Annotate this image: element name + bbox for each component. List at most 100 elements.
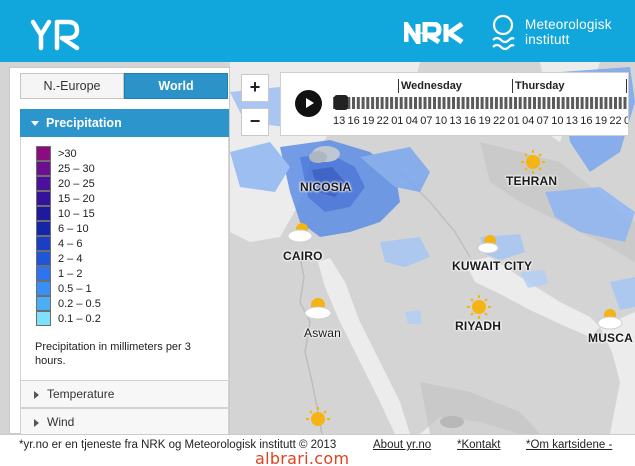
- met-institute-name[interactable]: Meteorologisk institutt: [525, 17, 612, 47]
- wind-section[interactable]: Wind: [20, 408, 229, 436]
- slider-step: [428, 97, 432, 109]
- city-label-riyadh[interactable]: RIYADH: [455, 319, 501, 333]
- day-divider: [626, 79, 627, 93]
- slider-step: [614, 97, 617, 109]
- legend-swatch: [36, 281, 51, 296]
- time-slider-handle[interactable]: [334, 95, 348, 110]
- about-link[interactable]: About yr.no: [373, 439, 431, 451]
- day-divider: [398, 79, 399, 93]
- legend-swatch: [36, 161, 51, 176]
- slider-step: [385, 97, 389, 109]
- legend-row: 6 – 10: [36, 221, 228, 236]
- slider-step: [504, 97, 508, 109]
- slider-step: [399, 97, 403, 109]
- yr-logo[interactable]: [30, 18, 82, 52]
- play-button[interactable]: [295, 90, 322, 117]
- legend-label: >30: [58, 147, 77, 160]
- legend-swatch: [36, 236, 51, 251]
- time-tick-label: 07: [536, 115, 549, 127]
- legend-row: >30: [36, 146, 228, 161]
- slider-step: [623, 97, 627, 109]
- slider-step: [466, 97, 470, 109]
- chevron-right-icon: [34, 391, 39, 399]
- city-label-aswan[interactable]: Aswan: [304, 326, 341, 340]
- city-label-tehran[interactable]: TEHRAN: [506, 174, 557, 188]
- slider-step: [552, 97, 555, 109]
- legend-row: 15 – 20: [36, 191, 228, 206]
- legend-swatch: [36, 176, 51, 191]
- wind-label: Wind: [47, 415, 75, 429]
- time-tick-label: 16: [347, 115, 360, 127]
- met-institute-logo[interactable]: [491, 14, 515, 52]
- slider-step: [533, 97, 536, 109]
- city-label-muscat[interactable]: MUSCA: [588, 331, 633, 345]
- time-tick-label: 10: [434, 115, 448, 127]
- legend-swatch: [36, 206, 51, 221]
- legend-swatch: [36, 266, 51, 281]
- legend-label: 0.5 – 1: [58, 282, 92, 295]
- slider-step: [380, 97, 384, 109]
- legend-swatch: [36, 221, 51, 236]
- slider-step: [514, 97, 517, 109]
- legend-label: 15 – 20: [58, 192, 95, 205]
- legend-note: Precipitation in millimeters per 3 hours…: [35, 341, 191, 367]
- time-tick-label: 19: [362, 115, 375, 127]
- city-label-kuwait-city[interactable]: KUWAIT CITY: [452, 259, 532, 273]
- met-name-line1: Meteorologisk: [525, 17, 612, 32]
- chevron-down-icon: [31, 121, 39, 126]
- tab-world[interactable]: World: [124, 73, 228, 99]
- slider-step: [499, 97, 503, 109]
- slider-step: [561, 97, 565, 109]
- zoom-in-button[interactable]: +: [241, 74, 269, 102]
- slider-step: [452, 97, 455, 109]
- time-tick-label: 07: [420, 115, 433, 127]
- slider-step: [494, 97, 498, 109]
- precipitation-section-header[interactable]: Precipitation: [20, 109, 229, 137]
- time-tick-labels: 13 16 19 22 01 04 07 10 13 16 19 22 01 04 07 10 13 16 19 22…: [333, 115, 628, 127]
- slider-step: [628, 97, 629, 109]
- legend-row: 0.2 – 0.5: [36, 296, 228, 311]
- slider-step: [437, 97, 441, 109]
- city-label-nicosia[interactable]: NICOSIA: [300, 180, 351, 194]
- slider-step: [594, 97, 598, 109]
- region-tabs: N.-Europe World: [20, 73, 228, 99]
- time-tick-label: 01: [624, 115, 628, 127]
- legend-label: 6 – 10: [58, 222, 89, 235]
- legend-swatch: [36, 251, 51, 266]
- met-name-line2: institutt: [525, 32, 570, 47]
- contact-link[interactable]: *Kontakt: [457, 439, 500, 451]
- slider-step: [537, 97, 541, 109]
- slider-step: [542, 97, 546, 109]
- time-tick-label: 16: [463, 115, 477, 127]
- slider-step: [409, 97, 413, 109]
- slider-step: [590, 97, 594, 109]
- map-info-link[interactable]: *Om kartsidene -: [526, 439, 612, 451]
- time-tick-label: 19: [594, 115, 608, 127]
- slider-step: [490, 97, 494, 109]
- slider-step: [361, 97, 365, 109]
- time-tick-label: 22: [376, 115, 389, 127]
- slider-step: [414, 97, 417, 109]
- slider-step: [442, 97, 446, 109]
- legend-swatch: [36, 296, 51, 311]
- slider-step: [475, 97, 479, 109]
- slider-step: [447, 97, 451, 109]
- time-tick-label: 13: [565, 115, 578, 127]
- slider-step: [404, 97, 408, 109]
- city-label-cairo[interactable]: CAIRO: [283, 249, 323, 263]
- slider-step: [566, 97, 570, 109]
- tab-north-europe[interactable]: N.-Europe: [20, 73, 124, 99]
- time-slider-track[interactable]: [333, 97, 629, 109]
- legend-label: 20 – 25: [58, 177, 95, 190]
- slider-step: [485, 97, 489, 109]
- weather-cloud-icon: [440, 416, 464, 428]
- slider-step: [585, 97, 589, 109]
- time-slider-panel: Wednesday Thursday 13 16 19 22 01 04 07 10 13 16 1…: [280, 72, 629, 136]
- zoom-out-button[interactable]: −: [241, 108, 269, 136]
- temperature-section[interactable]: Temperature: [20, 380, 229, 408]
- time-tick-label: 22: [493, 115, 506, 127]
- day-divider: [512, 79, 513, 93]
- slider-step: [375, 97, 379, 109]
- nrk-logo[interactable]: [404, 22, 464, 44]
- time-tick-label: 22: [609, 115, 622, 127]
